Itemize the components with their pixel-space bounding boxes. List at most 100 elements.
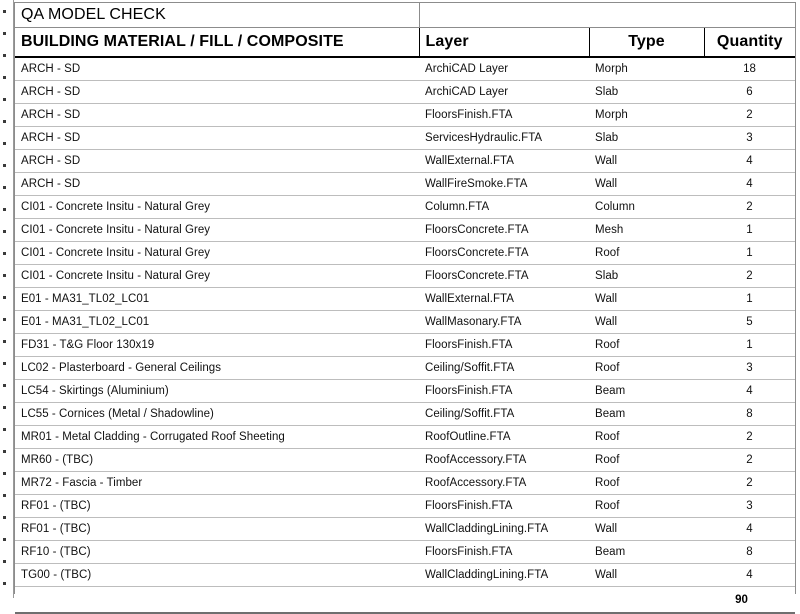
edge-tick-mark: [3, 406, 6, 409]
column-header-type[interactable]: Type: [588, 27, 704, 58]
table-row[interactable]: E01 - MA31_TL02_LC01 WallMasonary.FTA Wall…: [15, 310, 796, 334]
table-row[interactable]: ARCH - SD ArchiCAD Layer Morph 18: [15, 57, 796, 81]
cell-material: TG00 - (TBC): [15, 563, 419, 587]
cell-layer: FloorsFinish.FTA: [419, 540, 589, 564]
table-row[interactable]: ARCH - SD FloorsFinish.FTA Morph 2: [15, 103, 796, 127]
edge-tick-mark: [3, 296, 6, 299]
table-row[interactable]: CI01 - Concrete Insitu - Natural Grey Flo…: [15, 264, 796, 288]
cell-type: Roof: [589, 494, 704, 518]
cell-type: Roof: [589, 241, 704, 265]
total-row: 90: [15, 586, 796, 614]
edge-tick-mark: [3, 32, 6, 35]
cell-quantity: 3: [704, 356, 796, 380]
edge-tick-mark: [3, 252, 6, 255]
cell-quantity: 2: [704, 471, 796, 495]
table-row[interactable]: RF01 - (TBC) WallCladdingLining.FTA Wall 4: [15, 517, 796, 541]
column-header-row: BUILDING MATERIAL / FILL / COMPOSITE Lay…: [15, 27, 796, 58]
table-row[interactable]: TG00 - (TBC) WallCladdingLining.FTA Wall 4: [15, 563, 796, 587]
cell-type: Wall: [589, 563, 704, 587]
cell-layer: WallExternal.FTA: [419, 287, 589, 311]
cell-type: Slab: [589, 126, 704, 150]
edge-tick-mark: [3, 318, 6, 321]
cell-layer: Ceiling/Soffit.FTA: [419, 402, 589, 426]
table-row[interactable]: CI01 - Concrete Insitu - Natural Grey Flo…: [15, 218, 796, 242]
cell-layer: FloorsFinish.FTA: [419, 333, 589, 357]
table-row[interactable]: RF10 - (TBC) FloorsFinish.FTA Beam 8: [15, 540, 796, 564]
edge-tick-mark: [3, 208, 6, 211]
edge-tick-mark: [3, 494, 6, 497]
cell-type: Beam: [589, 379, 704, 403]
cell-material: ARCH - SD: [15, 172, 419, 196]
cell-material: ARCH - SD: [15, 103, 419, 127]
table-row[interactable]: MR60 - (TBC) RoofAccessory.FTA Roof 2: [15, 448, 796, 472]
table-row[interactable]: MR72 - Fascia - Timber RoofAccessory.FTA R…: [15, 471, 796, 495]
cell-type: Mesh: [589, 218, 704, 242]
edge-tick-mark: [3, 538, 6, 541]
table-row[interactable]: FD31 - T&G Floor 130x19 FloorsFinish.FTA R…: [15, 333, 796, 357]
edge-tick-mark: [3, 120, 6, 123]
cell-quantity: 4: [704, 563, 796, 587]
cell-quantity: 1: [704, 287, 796, 311]
cell-quantity: 8: [704, 402, 796, 426]
table-row[interactable]: CI01 - Concrete Insitu - Natural Grey Flo…: [15, 241, 796, 265]
schedule-page: QA MODEL CHECK BUILDING MATERIAL / FILL …: [0, 0, 800, 614]
cell-material: LC02 - Plasterboard - General Ceilings: [15, 356, 419, 380]
edge-tick-mark: [3, 186, 6, 189]
cell-layer: RoofAccessory.FTA: [419, 471, 589, 495]
cell-material: RF01 - (TBC): [15, 517, 419, 541]
table-row[interactable]: ARCH - SD ArchiCAD Layer Slab 6: [15, 80, 796, 104]
cell-material: CI01 - Concrete Insitu - Natural Grey: [15, 218, 419, 242]
cell-material: MR01 - Metal Cladding - Corrugated Roof …: [15, 425, 419, 449]
cell-quantity: 4: [704, 149, 796, 173]
table-footer: 90: [15, 586, 796, 614]
edge-tick-mark: [3, 362, 6, 365]
cell-layer: FloorsFinish.FTA: [419, 379, 589, 403]
cell-quantity: 1: [704, 333, 796, 357]
edge-tick-mark: [3, 582, 6, 585]
cell-quantity: 18: [704, 57, 796, 81]
cell-quantity: 6: [704, 80, 796, 104]
table-body: ARCH - SD ArchiCAD Layer Morph 18 ARCH - SD A…: [15, 57, 796, 587]
cell-type: Morph: [589, 103, 704, 127]
cell-layer: RoofOutline.FTA: [419, 425, 589, 449]
column-header-layer[interactable]: Layer: [418, 27, 589, 58]
table-row[interactable]: E01 - MA31_TL02_LC01 WallExternal.FTA Wall…: [15, 287, 796, 311]
table-row[interactable]: LC54 - Skirtings (Aluminium) FloorsFinish…: [15, 379, 796, 403]
column-header-material[interactable]: BUILDING MATERIAL / FILL / COMPOSITE: [15, 27, 419, 58]
cell-type: Roof: [589, 425, 704, 449]
table-row[interactable]: CI01 - Concrete Insitu - Natural Grey Col…: [15, 195, 796, 219]
cell-type: Wall: [589, 149, 704, 173]
cell-material: E01 - MA31_TL02_LC01: [15, 287, 419, 311]
cell-quantity: 2: [704, 103, 796, 127]
title-row-blank: [418, 3, 796, 28]
total-layer: [419, 586, 589, 614]
cell-layer: WallCladdingLining.FTA: [419, 517, 589, 541]
edge-tick-mark: [3, 450, 6, 453]
cell-material: ARCH - SD: [15, 149, 419, 173]
cell-type: Roof: [589, 471, 704, 495]
cell-quantity: 8: [704, 540, 796, 564]
cell-quantity: 1: [704, 241, 796, 265]
edge-tick-mark: [3, 472, 6, 475]
table-row[interactable]: RF01 - (TBC) FloorsFinish.FTA Roof 3: [15, 494, 796, 518]
cell-quantity: 4: [704, 517, 796, 541]
table-row[interactable]: LC55 - Cornices (Metal / Shadowline) Ceil…: [15, 402, 796, 426]
table-row[interactable]: MR01 - Metal Cladding - Corrugated Roof …: [15, 425, 796, 449]
column-header-quantity[interactable]: Quantity: [703, 27, 796, 58]
cell-layer: Column.FTA: [419, 195, 589, 219]
cell-layer: WallCladdingLining.FTA: [419, 563, 589, 587]
cell-layer: Ceiling/Soffit.FTA: [419, 356, 589, 380]
cell-type: Wall: [589, 172, 704, 196]
cell-material: ARCH - SD: [15, 80, 419, 104]
cell-layer: FloorsConcrete.FTA: [419, 218, 589, 242]
cell-type: Column: [589, 195, 704, 219]
cell-quantity: 3: [704, 494, 796, 518]
table-row[interactable]: ARCH - SD WallFireSmoke.FTA Wall 4: [15, 172, 796, 196]
cell-type: Wall: [589, 517, 704, 541]
table-row[interactable]: ARCH - SD ServicesHydraulic.FTA Slab 3: [15, 126, 796, 150]
cell-type: Roof: [589, 356, 704, 380]
table-row[interactable]: LC02 - Plasterboard - General Ceilings Ce…: [15, 356, 796, 380]
table-row[interactable]: ARCH - SD WallExternal.FTA Wall 4: [15, 149, 796, 173]
cell-layer: WallFireSmoke.FTA: [419, 172, 589, 196]
cell-quantity: 3: [704, 126, 796, 150]
